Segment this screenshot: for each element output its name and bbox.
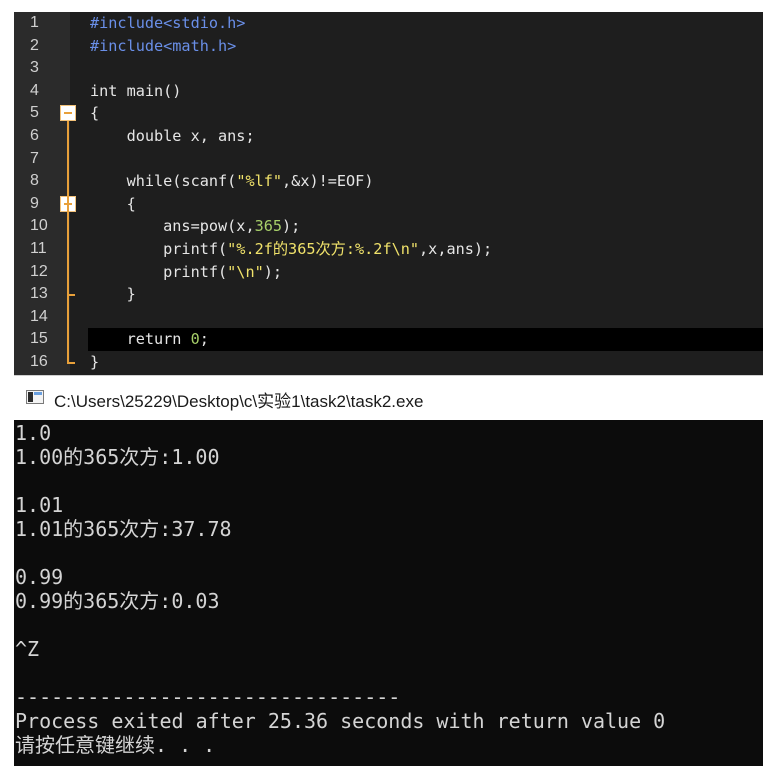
code-text[interactable]: { — [90, 102, 99, 125]
code-line[interactable]: 1 #include<stdio.h> — [14, 12, 763, 35]
code-token: printf( — [90, 240, 228, 258]
code-text[interactable]: } — [90, 283, 136, 306]
fold-end-marker — [67, 362, 75, 364]
code-token: 0 — [190, 330, 200, 349]
editor-left-edge — [0, 0, 14, 375]
console-app-icon — [26, 390, 44, 404]
code-line[interactable]: 9 { — [14, 193, 763, 216]
code-line[interactable]: 8 while(scanf("%lf",&x)!=EOF) — [14, 170, 763, 193]
code-text[interactable]: while(scanf("%lf",&x)!=EOF) — [90, 170, 374, 193]
console-line: 请按任意键继续. . . — [15, 733, 216, 757]
console-line: 1.00的365次方:1.00 — [15, 445, 220, 469]
code-token: double x, ans; — [90, 127, 255, 145]
code-text[interactable]: printf("\n"); — [90, 261, 282, 284]
line-number: 9 — [30, 194, 39, 212]
console-line: 1.01 — [15, 493, 64, 517]
code-token: ; — [199, 330, 209, 349]
code-line[interactable]: 15 return 0; — [14, 328, 763, 351]
code-line[interactable]: 2 #include<math.h> — [14, 35, 763, 58]
code-line[interactable]: 13 } — [14, 283, 763, 306]
code-token: int main() — [90, 81, 182, 100]
line-number: 13 — [30, 285, 48, 303]
code-token: 365 — [254, 217, 283, 236]
code-line[interactable]: 6 double x, ans; — [14, 125, 763, 148]
code-text[interactable]: } — [90, 351, 99, 374]
code-token: "%lf" — [236, 172, 283, 191]
code-token: while(scanf( — [90, 172, 237, 191]
code-line[interactable]: 5{ — [14, 102, 763, 125]
line-number: 3 — [30, 59, 39, 77]
code-text[interactable]: double x, ans; — [90, 125, 255, 148]
line-number: 6 — [30, 127, 39, 144]
console-window[interactable]: C:\Users\25229\Desktop\c\实验1\task2\task2… — [14, 375, 763, 766]
line-number: 2 — [30, 36, 39, 54]
console-line: Process exited after 25.36 seconds with … — [15, 709, 666, 733]
code-text[interactable]: int main() — [90, 80, 181, 103]
code-line[interactable]: 4 int main() — [14, 80, 763, 103]
code-token: ); — [282, 217, 301, 236]
code-token: #include<math.h> — [90, 36, 237, 55]
line-number: 5 — [30, 104, 39, 122]
code-text[interactable]: return 0; — [90, 328, 209, 351]
line-number: 8 — [30, 172, 39, 190]
console-line: 0.99的365次方:0.03 — [15, 589, 220, 613]
line-number: 16 — [30, 353, 48, 370]
console-title: C:\Users\25229\Desktop\c\实验1\task2\task2… — [54, 392, 424, 411]
console-line: -------------------------------- — [15, 685, 401, 709]
code-text[interactable]: printf("%.2f的365次方:%.2f\n",x,ans); — [90, 238, 492, 261]
code-token: "\n" — [227, 262, 264, 281]
code-token: { — [90, 194, 136, 213]
code-line[interactable]: 14 — [14, 306, 763, 329]
console-output[interactable]: 1.0 1.00的365次方:1.00 1.01 1.01的365次方:37.78 0.… — [14, 419, 763, 766]
code-line[interactable]: 10 ans=pow(x,365); — [14, 215, 763, 238]
line-number: 7 — [30, 149, 39, 167]
fold-toggle-icon[interactable] — [60, 105, 76, 122]
fold-end-marker — [67, 294, 75, 297]
line-number: 15 — [30, 330, 48, 348]
code-editor[interactable]: 1 #include<stdio.h> 2 #include<math.h> 3 4 int… — [0, 0, 763, 375]
console-titlebar[interactable]: C:\Users\25229\Desktop\c\实验1\task2\task2… — [14, 375, 763, 420]
console-line: 1.01的365次方:37.78 — [15, 517, 232, 541]
code-token: #include<stdio.h> — [90, 14, 246, 32]
console-line: 1.0 — [15, 421, 52, 445]
code-token: return — [90, 330, 191, 349]
code-lines[interactable]: 1 #include<stdio.h> 2 #include<math.h> 3 4 int… — [14, 12, 763, 375]
code-line[interactable]: 3 — [14, 57, 763, 80]
code-text[interactable]: { — [90, 193, 136, 216]
code-text[interactable]: ans=pow(x,365); — [90, 215, 300, 238]
code-token: "%.2f的365次方:%.2f\n" — [227, 240, 420, 258]
code-text[interactable]: #include<math.h> — [90, 35, 236, 58]
code-token: printf( — [90, 262, 228, 281]
code-line[interactable]: 16} — [14, 351, 763, 374]
code-token: { — [90, 104, 100, 123]
code-text[interactable]: #include<stdio.h> — [90, 12, 245, 35]
line-number: 12 — [30, 262, 48, 280]
console-line: 0.99 — [15, 565, 64, 589]
line-number: 10 — [30, 217, 48, 235]
code-line[interactable]: 12 printf("\n"); — [14, 261, 763, 284]
line-number: 1 — [30, 14, 39, 31]
code-line[interactable]: 7 — [14, 148, 763, 171]
code-line[interactable]: 11 printf("%.2f的365次方:%.2f\n",x,ans); — [14, 238, 763, 261]
editor-top-edge — [0, 0, 763, 12]
code-token: ,x,ans); — [419, 240, 493, 258]
line-number: 11 — [30, 240, 47, 257]
console-line: ^Z — [15, 637, 40, 661]
code-token: ); — [263, 262, 283, 281]
code-token: ans=pow(x, — [90, 217, 255, 236]
line-number: 14 — [30, 307, 48, 325]
code-token: } — [90, 353, 100, 371]
line-number: 4 — [30, 81, 39, 99]
code-token: ,&x)!=EOF) — [282, 172, 374, 191]
fold-guide-line — [67, 121, 69, 362]
code-token: } — [90, 285, 136, 304]
